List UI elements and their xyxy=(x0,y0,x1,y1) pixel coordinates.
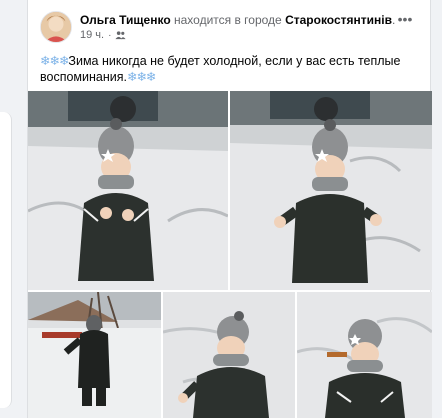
friends-icon[interactable] xyxy=(115,30,126,40)
photo-boy-smiling-snow[interactable] xyxy=(28,91,228,290)
photo-boy-looking-up[interactable] xyxy=(163,292,295,418)
author-name[interactable]: Ольга Тищенко xyxy=(80,13,171,27)
more-options-icon[interactable]: ••• xyxy=(394,9,416,31)
post-text: ❄❄❄Зима никогда не будет холодной, если … xyxy=(40,53,420,85)
sidebar-card-edge xyxy=(0,112,12,408)
location-link[interactable]: Старокостянтинів xyxy=(285,13,392,27)
post-message: Зима никогда не будет холодной, если у в… xyxy=(40,54,401,84)
snowflake-emoji-prefix: ❄❄❄ xyxy=(40,54,69,68)
post-timestamp[interactable]: 19 ч. xyxy=(80,29,104,41)
post-title-line: Ольга Тищенко находится в городе Староко… xyxy=(80,13,395,27)
left-rail xyxy=(0,0,14,418)
meta-separator: · xyxy=(108,29,112,41)
post-header: Ольга Тищенко находится в городе Староко… xyxy=(40,11,420,45)
photo-boy-laughing[interactable] xyxy=(297,292,432,418)
post-meta: 19 ч. · xyxy=(80,29,126,41)
avatar[interactable] xyxy=(40,11,72,43)
photo-boy-standing-snow[interactable] xyxy=(230,91,432,290)
feed-post: Ольга Тищенко находится в городе Староко… xyxy=(27,0,432,418)
photo-boy-walking-yard[interactable] xyxy=(28,292,161,418)
snowflake-emoji-suffix: ❄❄❄ xyxy=(126,70,156,84)
location-prefix: находится в городе xyxy=(174,13,282,27)
